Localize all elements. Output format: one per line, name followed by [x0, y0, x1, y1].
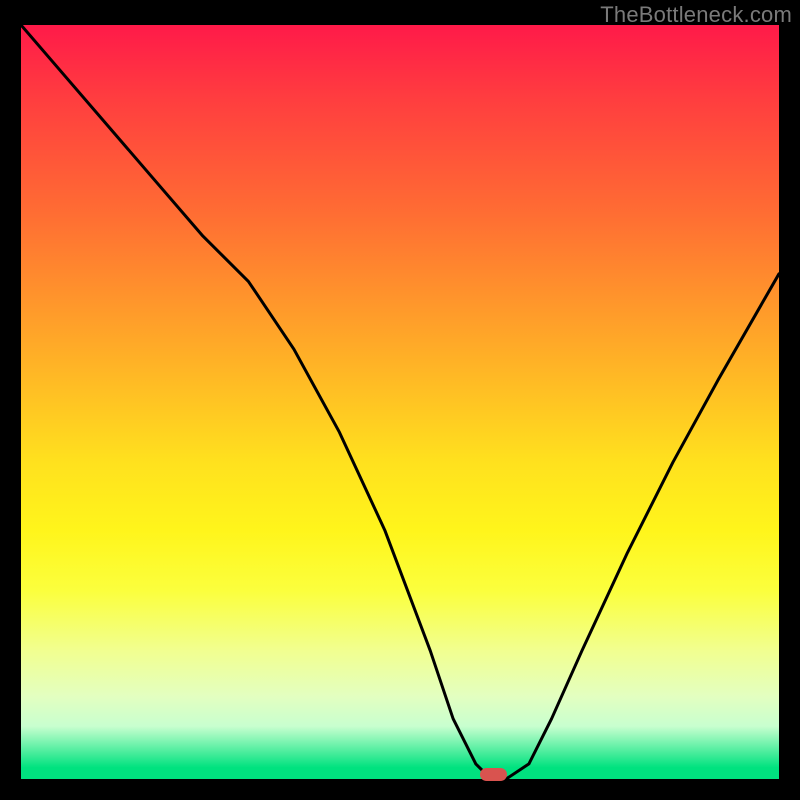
- curve-path: [21, 25, 779, 779]
- bottleneck-curve: [21, 25, 779, 779]
- chart-frame: [0, 25, 800, 800]
- optimal-marker: [480, 768, 507, 781]
- chart-plot-area: [21, 25, 779, 779]
